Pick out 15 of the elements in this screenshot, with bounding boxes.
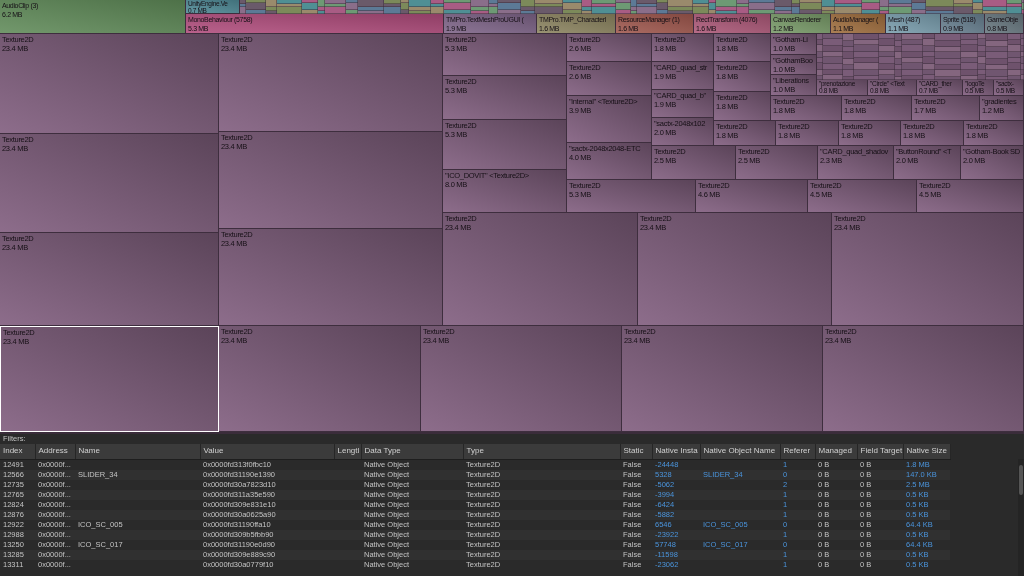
column-header[interactable]: Data Type <box>361 444 463 459</box>
column-header[interactable]: Field Target <box>857 444 903 459</box>
scrollbar[interactable] <box>1018 459 1024 576</box>
column-header[interactable]: Native Object Name <box>700 444 780 459</box>
column-header[interactable]: Native Insta <box>652 444 700 459</box>
column-header[interactable]: Name <box>75 444 200 459</box>
column-header[interactable]: Native Size <box>903 444 950 459</box>
column-header[interactable]: Index <box>0 444 35 459</box>
column-header[interactable]: Type <box>463 444 620 459</box>
column-header[interactable]: Value <box>200 444 334 459</box>
column-header[interactable]: Referer <box>780 444 815 459</box>
column-header[interactable]: Static <box>620 444 652 459</box>
column-header[interactable]: Lengtl <box>334 444 361 459</box>
column-header[interactable]: Address <box>35 444 75 459</box>
column-header[interactable]: Managed <box>815 444 857 459</box>
